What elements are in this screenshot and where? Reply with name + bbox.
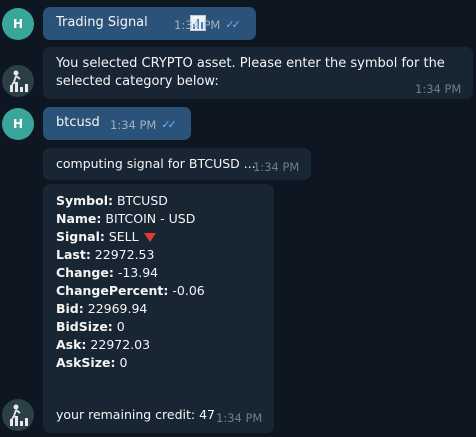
bot-avatar[interactable]	[2, 65, 34, 97]
field-bid-size: BidSize: 0	[56, 319, 125, 334]
sell-triangle-icon	[143, 233, 156, 242]
message-signal-details[interactable]: Symbol: BTCUSD Name: BITCOIN - USD Signa…	[43, 184, 274, 433]
read-ticks-icon: ✓✓	[225, 18, 241, 31]
message-trading-signal[interactable]: Trading Signal 1:34 PM ✓✓	[43, 7, 256, 40]
field-ask: Ask: 22972.03	[56, 337, 151, 352]
field-signal: Signal: SELL	[56, 228, 205, 246]
message-crypto-prompt[interactable]: You selected CRYPTO asset. Please enter …	[43, 47, 473, 99]
field-ask-size: AskSize: 0	[56, 355, 128, 370]
message-computing-signal[interactable]: computing signal for BTCUSD ... 1:34 PM	[43, 148, 311, 180]
bot-logo-icon	[10, 70, 28, 92]
bot-logo-icon	[10, 404, 28, 426]
field-symbol: Symbol: BTCUSD	[56, 193, 168, 208]
bot-avatar[interactable]	[2, 399, 34, 431]
message-time: 1:34 PM	[415, 82, 462, 96]
message-text: You selected CRYPTO asset. Please enter …	[56, 56, 445, 89]
user-avatar[interactable]: H	[2, 108, 34, 140]
message-time: 1:34 PM	[216, 411, 263, 425]
user-avatar[interactable]: H	[2, 8, 34, 40]
message-text: btcusd	[56, 115, 100, 130]
field-change: Change: -13.94	[56, 265, 159, 280]
message-time: 1:34 PM	[253, 160, 300, 174]
message-text: computing signal for BTCUSD ...	[56, 156, 256, 171]
field-name: Name: BITCOIN - USD	[56, 211, 196, 226]
message-time: 1:34 PM	[174, 18, 221, 32]
read-ticks-icon: ✓✓	[161, 118, 177, 131]
message-text: Trading Signal	[56, 15, 148, 30]
message-time: 1:34 PM	[110, 118, 157, 132]
field-change-percent: ChangePercent: -0.06	[56, 283, 205, 298]
remaining-credit: your remaining credit: 47	[56, 407, 215, 422]
message-btcusd[interactable]: btcusd 1:34 PM ✓✓	[43, 107, 191, 140]
signal-details-list: Symbol: BTCUSD Name: BITCOIN - USD Signa…	[56, 192, 205, 372]
field-bid: Bid: 22969.94	[56, 301, 148, 316]
field-last: Last: 22972.53	[56, 247, 155, 262]
